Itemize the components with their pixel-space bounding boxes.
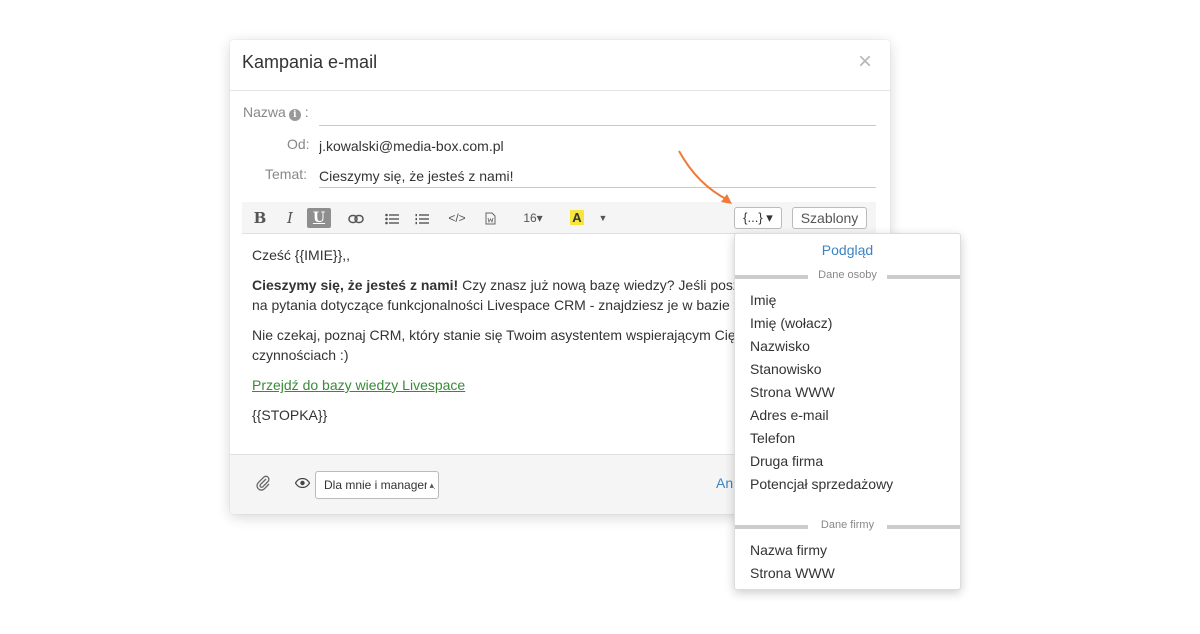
bold-button[interactable]: B [252, 208, 268, 228]
greeting-line: Cześć {{IMIE}},, [252, 247, 351, 263]
email-body-editor[interactable]: Cześć {{IMIE}},, Cieszymy się, że jesteś… [252, 245, 752, 435]
paragraph-2-line-2: czynnościach :) [252, 347, 349, 363]
close-icon[interactable]: × [858, 50, 872, 74]
code-view-button[interactable]: </> [445, 208, 469, 228]
underline-button[interactable]: U [307, 208, 331, 228]
document-icon[interactable] [482, 208, 498, 228]
from-label: Od: [287, 136, 310, 152]
variables-dropdown: Podgląd Dane osoby Imię Imię (wołacz) Nazw… [734, 233, 961, 590]
paperclip-icon[interactable] [256, 475, 270, 496]
variable-item[interactable]: Telefon [750, 430, 795, 446]
modal-title: Kampania e-mail [242, 52, 378, 72]
name-row: Nazwa i : [230, 96, 890, 126]
paragraph-2-line-1: Nie czekaj, poznaj CRM, który stanie się… [252, 327, 752, 343]
section-company-header: Dane firmy [735, 519, 960, 533]
cancel-link[interactable]: An [716, 475, 733, 491]
variable-item[interactable]: Imię [750, 292, 776, 308]
italic-button[interactable]: I [282, 208, 298, 228]
info-icon[interactable]: i [288, 109, 301, 121]
name-input[interactable] [319, 96, 876, 126]
variable-item[interactable]: Nazwa firmy [750, 542, 827, 558]
modal-header: Kampania e-mail × [230, 40, 890, 91]
pointer-arrow-icon [678, 150, 732, 204]
variable-item[interactable]: Strona WWW [750, 565, 835, 581]
variable-item[interactable]: Nazwisko [750, 338, 810, 354]
link-icon[interactable] [346, 208, 366, 228]
select-arrows-icon: ▴▾ [427, 472, 434, 498]
from-row: Od: [230, 128, 890, 158]
variable-item[interactable]: Potencjał sprzedażowy [750, 476, 893, 492]
subject-input[interactable] [319, 158, 876, 188]
variable-item[interactable]: Adres e-mail [750, 407, 829, 423]
preview-link[interactable]: Podgląd [735, 242, 960, 258]
variables-button[interactable]: {...} ▾ [734, 207, 782, 229]
color-caret-icon[interactable]: ▼ [596, 208, 610, 228]
eye-icon [294, 475, 311, 491]
name-label: Nazwa i : [243, 104, 309, 121]
editor-toolbar: B I U </> 16▾ A ▼ {...} ▾ Szablony [242, 202, 876, 234]
variable-item[interactable]: Strona WWW [750, 384, 835, 400]
templates-button[interactable]: Szablony [792, 207, 867, 229]
bullet-list-icon[interactable] [382, 208, 402, 228]
variable-item[interactable]: Druga firma [750, 453, 823, 469]
paragraph-1-line-2: na pytania dotyczące funkcjonalności Liv… [252, 297, 752, 313]
section-person-header: Dane osoby [735, 269, 960, 283]
footer-variable: {{STOPKA}} [252, 407, 328, 423]
variable-item[interactable]: Imię (wołacz) [750, 315, 832, 331]
subject-label: Temat: [265, 166, 308, 182]
text-color-button[interactable]: A [568, 208, 586, 228]
numbered-list-icon[interactable] [412, 208, 432, 228]
from-input[interactable] [319, 128, 876, 158]
variable-item[interactable]: Stanowisko [750, 361, 822, 377]
font-size-select[interactable]: 16▾ [518, 208, 548, 228]
visibility-select[interactable]: Dla mnie i managera▴▾ [315, 471, 439, 499]
subject-row: Temat: [230, 158, 890, 188]
paragraph-1-line-1: Cieszymy się, że jesteś z nami! Czy znas… [252, 277, 752, 293]
knowledge-base-link[interactable]: Przejdź do bazy wiedzy Livespace [252, 375, 752, 395]
